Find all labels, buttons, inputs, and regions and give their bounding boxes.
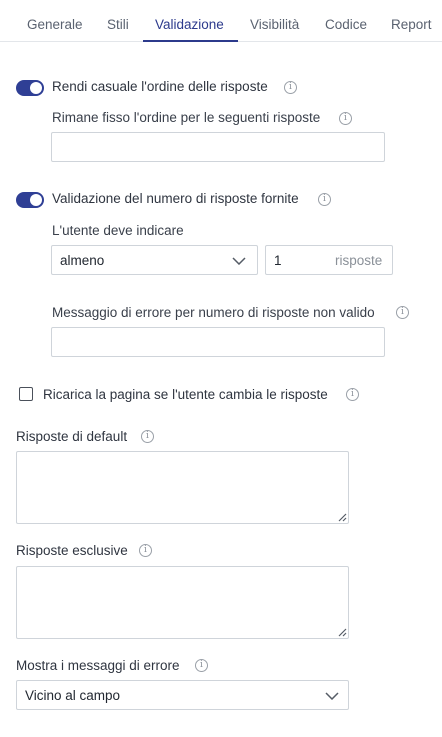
- count-validation-toggle[interactable]: [16, 192, 44, 208]
- default-answers-label: Risposte di default: [16, 429, 128, 444]
- toggle-knob: [30, 82, 42, 94]
- tab-codice[interactable]: Codice: [325, 17, 367, 32]
- tab-generale[interactable]: Generale: [27, 17, 83, 32]
- operator-select[interactable]: almeno: [51, 245, 258, 275]
- count-input[interactable]: 1 risposte: [265, 245, 393, 275]
- resize-handle-icon[interactable]: [337, 627, 347, 637]
- toggle-knob: [30, 194, 42, 206]
- count-input-value: 1: [274, 253, 282, 268]
- reload-checkbox[interactable]: [19, 387, 33, 401]
- tab-visibilita[interactable]: Visibilità: [250, 17, 299, 32]
- count-suffix: risposte: [335, 253, 383, 268]
- info-icon[interactable]: i: [195, 659, 208, 672]
- active-tab-indicator: [143, 40, 238, 42]
- tab-validazione[interactable]: Validazione: [155, 17, 224, 32]
- random-order-label: Rendi casuale l'ordine delle risposte: [52, 79, 268, 94]
- error-message-input[interactable]: [51, 327, 385, 357]
- resize-handle-icon[interactable]: [337, 512, 347, 522]
- tab-report[interactable]: Report: [391, 17, 432, 32]
- info-icon[interactable]: i: [346, 388, 359, 401]
- chevron-down-icon: [325, 692, 339, 700]
- info-icon[interactable]: i: [141, 430, 154, 443]
- default-answers-textarea[interactable]: [16, 451, 349, 524]
- info-icon[interactable]: i: [396, 306, 409, 319]
- info-icon[interactable]: i: [318, 193, 331, 206]
- reload-label: Ricarica la pagina se l'utente cambia le…: [43, 387, 328, 402]
- tab-stili[interactable]: Stili: [107, 17, 129, 32]
- fixed-order-input[interactable]: [51, 132, 385, 162]
- fixed-order-label: Rimane fisso l'ordine per le seguenti ri…: [52, 110, 321, 125]
- exclusive-answers-label: Risposte esclusive: [16, 543, 128, 558]
- tab-bar: Generale Stili Validazione Visibilità Co…: [0, 0, 442, 42]
- error-display-value: Vicino al campo: [25, 688, 121, 703]
- chevron-down-icon: [232, 257, 246, 265]
- info-icon[interactable]: i: [139, 544, 152, 557]
- operator-select-value: almeno: [60, 253, 105, 268]
- info-icon[interactable]: i: [284, 81, 297, 94]
- error-display-select[interactable]: Vicino al campo: [16, 680, 349, 710]
- info-icon[interactable]: i: [339, 112, 352, 125]
- count-validation-label: Validazione del numero di risposte forni…: [52, 191, 299, 206]
- random-order-toggle[interactable]: [16, 80, 44, 96]
- error-message-label: Messaggio di errore per numero di rispos…: [52, 305, 375, 320]
- exclusive-answers-textarea[interactable]: [16, 566, 349, 639]
- user-must-label: L'utente deve indicare: [52, 223, 184, 238]
- error-display-label: Mostra i messaggi di errore: [16, 658, 180, 673]
